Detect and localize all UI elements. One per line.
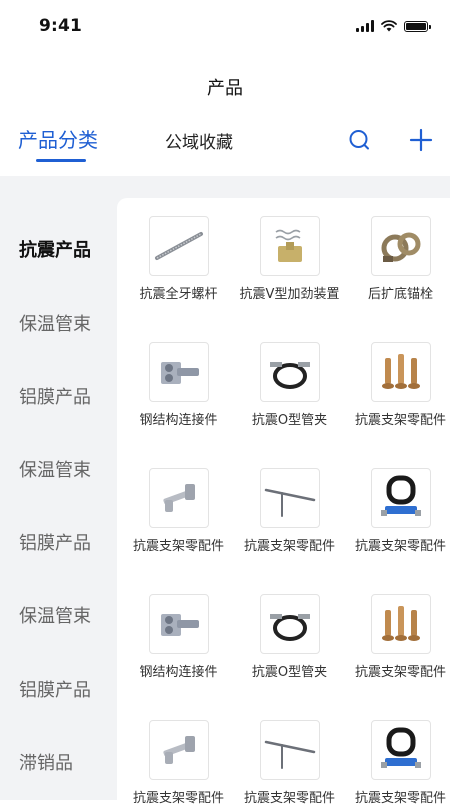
product-name: 抗震支架零配件 — [354, 791, 446, 806]
product-item[interactable]: 后扩底锚栓 — [345, 216, 450, 305]
product-item[interactable]: 抗震支架零配件 — [123, 720, 234, 808]
product-item[interactable]: 抗震支架零配件 — [234, 720, 345, 808]
rubber-clamp-icon — [380, 727, 421, 768]
active-tab-indicator — [36, 159, 86, 162]
product-name: 钢结构连接件 — [139, 665, 218, 680]
wifi-icon — [381, 20, 397, 32]
product-item[interactable]: 抗震支架零配件 — [345, 468, 450, 557]
product-name: 抗震O型管夹 — [251, 413, 328, 428]
product-item[interactable]: 抗震支架零配件 — [345, 720, 450, 808]
product-item[interactable]: 抗震支架零配件 — [123, 468, 234, 557]
product-thumbnail — [148, 594, 209, 654]
tab-public-favorites[interactable]: 公域收藏 — [165, 128, 233, 153]
product-name: 抗震全牙螺杆 — [139, 287, 218, 302]
pipe-clamp-icon — [269, 614, 310, 641]
product-name: 抗震支架零配件 — [354, 665, 446, 680]
product-name: 抗震支架零配件 — [132, 539, 224, 554]
product-item[interactable]: 抗震O型管夹 — [234, 594, 345, 683]
product-item[interactable]: 抗震支架零配件 — [345, 594, 450, 683]
search-icon — [349, 130, 369, 150]
sidebar-item-aluminum-film[interactable]: 铝膜产品 — [19, 529, 91, 555]
tab-bar: 产品分类 公域收藏 — [0, 124, 450, 176]
rubber-clamp-icon — [380, 475, 421, 516]
product-item[interactable]: 抗震V型加劲装置 — [234, 216, 345, 305]
product-thumbnail — [370, 468, 431, 528]
product-name: 后扩底锚栓 — [367, 287, 433, 302]
product-item[interactable]: 钢结构连接件 — [123, 342, 234, 431]
plus-icon — [409, 128, 433, 152]
category-sidebar: 抗震产品 保温管束 铝膜产品 保温管束 铝膜产品 保温管束 铝膜产品 滞销品 — [0, 176, 117, 800]
sidebar-item-aluminum-film[interactable]: 铝膜产品 — [19, 676, 91, 702]
product-thumbnail — [148, 342, 209, 402]
signal-icon — [356, 20, 374, 32]
product-name: 抗震支架零配件 — [243, 539, 335, 554]
status-time: 9:41 — [39, 16, 83, 36]
sidebar-item-insulated-pipe[interactable]: 保温管束 — [19, 456, 91, 482]
product-item[interactable]: 抗震O型管夹 — [234, 342, 345, 431]
bolts-icon — [381, 606, 420, 641]
page-title: 产品 — [207, 78, 243, 99]
product-item[interactable]: 抗震全牙螺杆 — [123, 216, 234, 305]
hammer-bolt-icon — [162, 484, 195, 512]
steel-connector-icon — [160, 362, 199, 384]
tab-product-category[interactable]: 产品分类 — [18, 124, 98, 153]
product-thumbnail — [259, 342, 320, 402]
add-button[interactable] — [407, 126, 435, 154]
battery-icon — [404, 20, 431, 32]
rod-icon — [264, 740, 315, 769]
product-thumbnail — [148, 216, 209, 276]
product-thumbnail — [370, 594, 431, 654]
product-item[interactable]: 抗震支架零配件 — [345, 342, 450, 431]
pipe-clamp-icon — [269, 362, 310, 389]
search-button[interactable] — [346, 126, 374, 154]
product-item[interactable]: 抗震支架零配件 — [234, 468, 345, 557]
product-thumbnail — [148, 720, 209, 780]
status-icons — [356, 20, 431, 32]
product-thumbnail — [370, 342, 431, 402]
product-thumbnail — [148, 468, 209, 528]
product-name: 抗震V型加劲装置 — [239, 287, 340, 302]
product-thumbnail — [370, 216, 431, 276]
product-thumbnail — [370, 720, 431, 780]
product-name: 抗震O型管夹 — [251, 665, 328, 680]
sidebar-item-insulated-pipe[interactable]: 保温管束 — [19, 310, 91, 336]
product-thumbnail — [259, 594, 320, 654]
hammer-bolt-icon — [162, 736, 195, 764]
product-name: 抗震支架零配件 — [354, 413, 446, 428]
product-name: 抗震支架零配件 — [132, 791, 224, 806]
product-item[interactable]: 钢结构连接件 — [123, 594, 234, 683]
bolts-icon — [381, 354, 420, 389]
main-area: 抗震产品 保温管束 铝膜产品 保温管束 铝膜产品 保温管束 铝膜产品 滞销品 抗… — [0, 176, 450, 808]
product-name: 抗震支架零配件 — [243, 791, 335, 806]
sidebar-item-aluminum-film[interactable]: 铝膜产品 — [19, 383, 91, 409]
product-name: 钢结构连接件 — [139, 413, 218, 428]
sidebar-item-insulated-pipe[interactable]: 保温管束 — [19, 602, 91, 628]
spring-bracket-icon — [275, 229, 302, 262]
clamp-coupler-icon — [381, 232, 420, 262]
threaded-rod-icon — [154, 232, 203, 260]
steel-connector-icon — [160, 614, 199, 636]
sidebar-item-unsold-goods[interactable]: 滞销品 — [19, 749, 73, 775]
sidebar-item-seismic-products[interactable]: 抗震产品 — [19, 236, 91, 262]
product-thumbnail — [259, 468, 320, 528]
product-thumbnail — [259, 216, 320, 276]
rod-icon — [264, 488, 315, 517]
product-thumbnail — [259, 720, 320, 780]
product-name: 抗震支架零配件 — [354, 539, 446, 554]
product-grid: 抗震全牙螺杆 抗震V型加劲装置 后扩底锚栓 钢结构连接件 抗震O型管夹 抗震支架… — [117, 198, 450, 808]
status-bar: 9:41 — [0, 0, 450, 56]
